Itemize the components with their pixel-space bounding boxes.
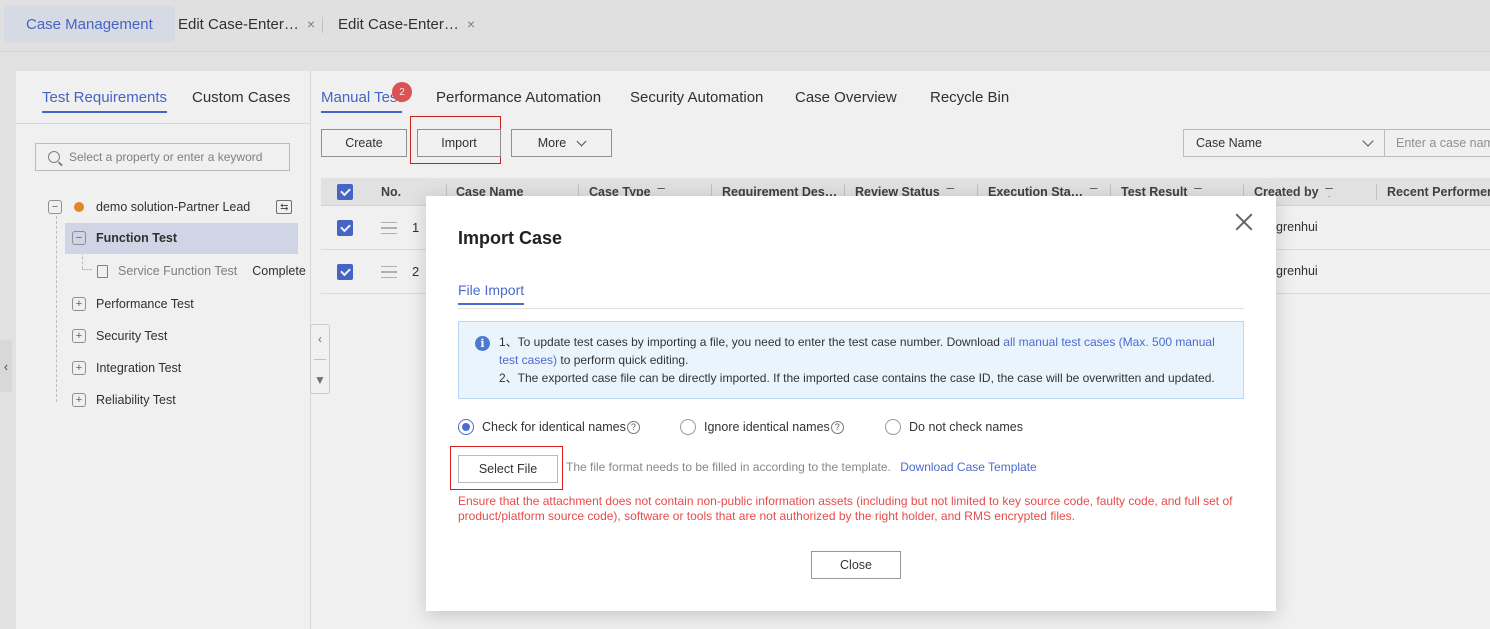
tab-file-import[interactable]: File Import bbox=[458, 282, 525, 305]
radio-button[interactable] bbox=[680, 419, 696, 435]
file-format-hint: The file format needs to be filled in ac… bbox=[566, 460, 1037, 474]
radio-do-not-check-names[interactable]: Do not check names bbox=[885, 419, 1023, 435]
radio-label: Ignore identical names bbox=[704, 420, 830, 434]
help-icon[interactable]: ? bbox=[626, 420, 640, 434]
radio-label: Check for identical names bbox=[482, 420, 626, 434]
radio-check-identical-names[interactable]: Check for identical names ? bbox=[458, 419, 640, 435]
security-warning: Ensure that the attachment does not cont… bbox=[458, 494, 1233, 523]
hint-text: The file format needs to be filled in ac… bbox=[566, 460, 891, 474]
dialog-title: Import Case bbox=[458, 228, 563, 248]
info-text: 1、To update test cases by importing a fi… bbox=[499, 333, 1229, 387]
divider bbox=[458, 308, 1244, 309]
info-line-1: 1、To update test cases by importing a fi… bbox=[499, 335, 1004, 349]
close-button[interactable]: Close bbox=[811, 551, 901, 579]
close-icon[interactable] bbox=[1234, 212, 1254, 232]
radio-button[interactable] bbox=[458, 419, 474, 435]
radio-label: Do not check names bbox=[909, 420, 1023, 434]
info-icon: i bbox=[475, 336, 490, 351]
download-template-link[interactable]: Download Case Template bbox=[900, 460, 1037, 474]
select-file-button[interactable]: Select File bbox=[458, 455, 558, 483]
info-line-1-suffix: to perform quick editing. bbox=[560, 353, 689, 367]
info-notice: i 1、To update test cases by importing a … bbox=[458, 321, 1244, 399]
radio-button[interactable] bbox=[885, 419, 901, 435]
help-icon[interactable]: ? bbox=[830, 420, 844, 434]
info-line-2: 2、The exported case file can be directly… bbox=[499, 371, 1215, 385]
radio-ignore-identical-names[interactable]: Ignore identical names ? bbox=[680, 419, 844, 435]
import-case-dialog: Import Case File Import i 1、To update te… bbox=[426, 196, 1276, 611]
